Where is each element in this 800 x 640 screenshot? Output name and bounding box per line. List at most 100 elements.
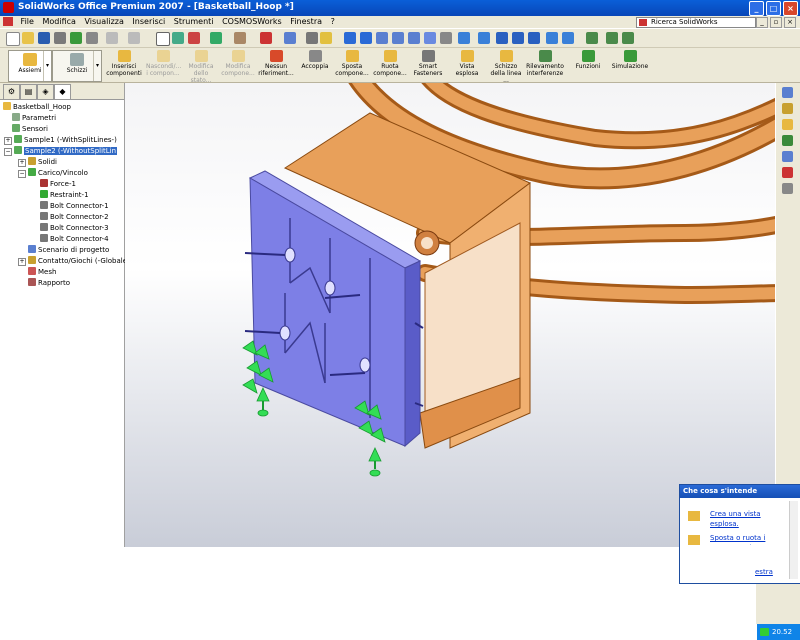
wireframe-icon[interactable] xyxy=(478,32,490,44)
file-properties-icon[interactable] xyxy=(234,32,246,44)
help-link-move-rotate[interactable]: Sposta o ruota i componenti. xyxy=(710,533,790,545)
schizzi-tab[interactable]: Schizzi ▾ xyxy=(52,50,102,82)
menu-file[interactable]: File xyxy=(18,16,37,27)
rotate-view-icon[interactable] xyxy=(392,32,404,44)
vista-esplosa-button[interactable]: Vista esplosa xyxy=(448,50,486,80)
menu-help[interactable]: ? xyxy=(328,16,338,27)
options-icon[interactable] xyxy=(188,32,200,44)
tree-node-carico-vincolo[interactable]: − Carico/Vincolo xyxy=(18,168,88,179)
shaded-icon[interactable] xyxy=(528,32,540,44)
undo-icon[interactable] xyxy=(106,32,118,44)
open-folder-icon[interactable] xyxy=(22,32,34,44)
file-explorer-icon[interactable] xyxy=(782,119,793,130)
menu-cosmosworks[interactable]: COSMOSWorks xyxy=(219,16,285,27)
tree-node-sample2[interactable]: − Sample2 (-WithoutSplitLin xyxy=(4,146,118,157)
appearances-icon[interactable] xyxy=(782,167,793,178)
modifica-componente-button[interactable]: Modifica compone... xyxy=(220,50,256,80)
search-box[interactable]: Ricerca SolidWorks xyxy=(636,17,756,28)
tree-node-solidi[interactable]: + Solidi xyxy=(18,157,57,168)
help-icon[interactable] xyxy=(320,32,332,44)
smart-fasteners-button[interactable]: Smart Fasteners xyxy=(412,50,444,80)
redo-icon[interactable] xyxy=(128,32,140,44)
tree-node-sensori[interactable]: Sensori xyxy=(12,124,48,135)
print-icon[interactable] xyxy=(54,32,66,44)
previous-view-icon[interactable] xyxy=(424,32,436,44)
appearance-icon[interactable] xyxy=(260,32,272,44)
assiemi-tab[interactable]: Assiemi ▾ xyxy=(8,50,52,82)
select-arrow-icon[interactable] xyxy=(156,32,170,46)
save-icon[interactable] xyxy=(38,32,50,44)
nessun-riferimento-button[interactable]: Nessun riferiment... xyxy=(258,50,294,80)
measure-icon[interactable] xyxy=(306,32,318,44)
ruota-componente-button[interactable]: Ruota compone... xyxy=(372,50,408,80)
help-link-exploded-view[interactable]: Crea una vista esplosa. xyxy=(710,509,790,529)
maximize-button[interactable]: □ xyxy=(766,1,781,16)
doc-restore-button[interactable]: ▫ xyxy=(770,17,782,28)
zoom-fit-icon[interactable] xyxy=(344,32,356,44)
graphics-area[interactable] xyxy=(125,83,775,547)
nascondi-componenti-button[interactable]: Nascondi/... i compon... xyxy=(146,50,181,80)
hidden-lines-icon[interactable] xyxy=(496,32,508,44)
tree-node-root[interactable]: Basketball_Hoop xyxy=(3,102,71,113)
view-orientation-icon[interactable] xyxy=(458,32,470,44)
grid-icon[interactable] xyxy=(284,32,296,44)
zoom-in-out-icon[interactable] xyxy=(376,32,388,44)
schizzi-dropdown-icon[interactable]: ▾ xyxy=(93,51,101,81)
tree-node-bolt-2[interactable]: Bolt Connector-2 xyxy=(40,212,109,223)
sposta-componente-button[interactable]: Sposta compone... xyxy=(334,50,370,80)
inserisci-componenti-button[interactable]: Inserisci componenti xyxy=(104,50,144,80)
view-palette-icon[interactable] xyxy=(782,151,793,162)
zoom-area-icon[interactable] xyxy=(360,32,372,44)
tree-node-bolt-1[interactable]: Bolt Connector-1 xyxy=(40,201,109,212)
assiemi-dropdown-icon[interactable]: ▾ xyxy=(43,51,51,81)
funzioni-button[interactable]: Funzioni xyxy=(570,50,606,80)
cut-icon[interactable] xyxy=(86,32,98,44)
menu-visualizza[interactable]: Visualizza xyxy=(81,16,126,27)
schizzo-linea-button[interactable]: Schizzo della linea ... xyxy=(488,50,524,84)
shaded-edges-icon[interactable] xyxy=(512,32,524,44)
tree-node-force-1[interactable]: Force-1 xyxy=(40,179,76,190)
accoppia-button[interactable]: Accoppia xyxy=(298,50,332,80)
tree-node-sample1[interactable]: + Sample1 (-WithSplitLines-) xyxy=(4,135,117,146)
doc-minimize-button[interactable]: _ xyxy=(756,17,768,28)
design-library-icon[interactable] xyxy=(782,103,793,114)
print-preview-icon[interactable] xyxy=(70,32,82,44)
tab-feature-manager[interactable]: ⚙ xyxy=(3,84,20,100)
cosmos-study-icon[interactable] xyxy=(586,32,598,44)
tab-property-manager[interactable]: ▤ xyxy=(20,84,37,100)
rilevamento-interferenze-button[interactable]: Rilevamento interferenze xyxy=(526,50,564,80)
collapse-icon[interactable]: − xyxy=(18,170,26,178)
menu-strumenti[interactable]: Strumenti xyxy=(171,16,217,27)
cosmos-run-icon[interactable] xyxy=(606,32,618,44)
toggle-icon[interactable] xyxy=(210,32,222,44)
tree-node-mesh[interactable]: Mesh xyxy=(28,267,56,278)
collapse-icon[interactable]: − xyxy=(4,148,12,156)
resources-icon[interactable] xyxy=(782,87,793,98)
new-document-icon[interactable] xyxy=(6,32,20,46)
expand-icon[interactable]: + xyxy=(18,258,26,266)
help-partial-link[interactable]: estra xyxy=(755,568,800,578)
rebuild-icon[interactable] xyxy=(172,32,184,44)
tree-node-bolt-3[interactable]: Bolt Connector-3 xyxy=(40,223,109,234)
custom-properties-icon[interactable] xyxy=(782,183,793,194)
modifica-stato-button[interactable]: Modifica dello stato... xyxy=(184,50,218,84)
expand-icon[interactable]: + xyxy=(18,159,26,167)
tree-node-bolt-4[interactable]: Bolt Connector-4 xyxy=(40,234,109,245)
close-button[interactable]: × xyxy=(783,1,798,16)
menu-inserisci[interactable]: Inserisci xyxy=(129,16,168,27)
doc-close-button[interactable]: × xyxy=(784,17,796,28)
tree-node-restraint-1[interactable]: Restraint-1 xyxy=(40,190,89,201)
pan-icon[interactable] xyxy=(408,32,420,44)
cosmos-results-icon[interactable] xyxy=(622,32,634,44)
menu-modifica[interactable]: Modifica xyxy=(39,16,78,27)
tree-node-contatto[interactable]: + Contatto/Giochi (-Globale: xyxy=(18,256,129,267)
search-pane-icon[interactable] xyxy=(782,135,793,146)
menu-finestra[interactable]: Finestra xyxy=(287,16,325,27)
section-view-icon[interactable] xyxy=(440,32,452,44)
tab-configuration-manager[interactable]: ◈ xyxy=(37,84,54,100)
minimize-button[interactable]: _ xyxy=(749,1,764,16)
tree-node-parametri[interactable]: Parametri xyxy=(12,113,56,124)
shadows-icon[interactable] xyxy=(546,32,558,44)
tree-node-rapporto[interactable]: Rapporto xyxy=(28,278,70,289)
tab-cosmosworks[interactable]: ◆ xyxy=(54,84,71,100)
